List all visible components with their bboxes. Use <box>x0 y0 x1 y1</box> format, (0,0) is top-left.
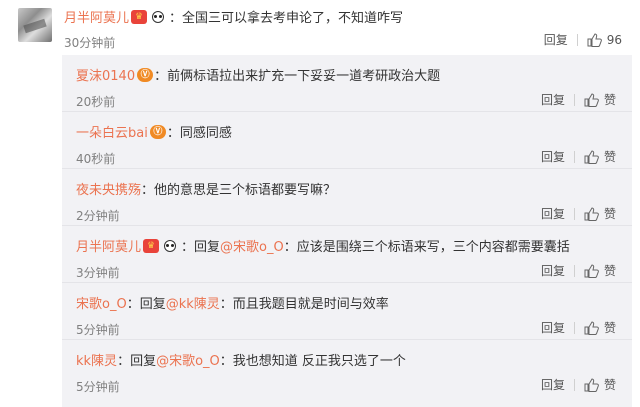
thumbs-up-icon[interactable] <box>584 206 599 221</box>
colon: ： <box>126 297 140 312</box>
crown-badge-icon: ♛ <box>131 9 148 24</box>
reply-line: 月半阿莫儿 ♛ ： 回复 @宋歌o_O ： 应该是围绕三个标语来写，三个内容都需… <box>76 236 570 255</box>
timestamp: 5分钟前 <box>76 380 120 394</box>
reply-item: kk陳灵 ： 回复 @宋歌o_O ：我也想知道 反正我只选了一个 5分钟前 回复… <box>62 340 632 397</box>
timestamp: 30分钟前 <box>64 36 116 50</box>
reply-prefix: 回复 <box>139 297 166 312</box>
colon: ： <box>154 69 168 84</box>
reply-actions: 回复 赞 <box>541 205 616 222</box>
replies-panel: 夏沫0140 Ⓥ ： 前俩标语拉出来扩充一下妥妥一道考研政治大题 20秒前 回复… <box>62 55 632 407</box>
thumbs-up-icon[interactable] <box>584 263 599 278</box>
mention-link[interactable]: @宋歌o_O <box>156 350 220 369</box>
reply-button[interactable]: 回复 <box>544 31 568 48</box>
reply-text: 他的意思是三个标语都要写嘛？ <box>154 183 337 198</box>
reply-text: 应该是围绕三个标语来写，三个内容都需要囊括 <box>296 240 570 255</box>
divider <box>573 264 575 277</box>
timestamp: 40秒前 <box>76 152 116 166</box>
vip-badge-icon: Ⓥ <box>137 67 154 82</box>
timestamp: 5分钟前 <box>76 323 120 337</box>
divider <box>576 33 578 46</box>
reply-button[interactable]: 回复 <box>541 262 565 279</box>
like-button[interactable]: 赞 <box>604 319 616 336</box>
timestamp: 20秒前 <box>76 95 116 109</box>
panda-badge-icon <box>150 10 166 24</box>
crown-badge-icon: ♛ <box>143 238 160 253</box>
reply-text: 同感同感 <box>179 126 232 141</box>
reply-text: ：我也想知道 反正我只选了一个 <box>219 354 406 369</box>
comment-actions: 回复 96 <box>544 31 622 48</box>
reply-actions: 回复 赞 <box>541 148 616 165</box>
colon: ： <box>283 240 297 255</box>
divider <box>573 321 575 334</box>
reply-button[interactable]: 回复 <box>541 319 565 336</box>
username-link[interactable]: 月半阿莫儿 <box>76 236 141 255</box>
reply-actions: 回复 赞 <box>541 91 616 108</box>
reply-text: ：而且我题目就是时间与效率 <box>219 297 389 312</box>
comment-text: 全国三可以拿去考申论了，不知道咋写 <box>182 11 404 26</box>
divider <box>573 150 575 163</box>
reply-prefix: 回复 <box>130 354 157 369</box>
reply-button[interactable]: 回复 <box>541 376 565 393</box>
username-link[interactable]: kk陳灵 <box>76 350 117 369</box>
reply-item: 一朵白云bai Ⓥ ： 同感同感 40秒前 回复 赞 <box>62 112 632 169</box>
reply-item: 月半阿莫儿 ♛ ： 回复 @宋歌o_O ： 应该是围绕三个标语来写，三个内容都需… <box>62 226 632 283</box>
username-link[interactable]: 夏沫0140 <box>76 65 135 84</box>
reply-line: kk陳灵 ： 回复 @宋歌o_O ：我也想知道 反正我只选了一个 <box>76 350 406 369</box>
reply-prefix: 回复 <box>194 240 221 255</box>
thumbs-up-icon[interactable] <box>587 32 602 47</box>
reply-button[interactable]: 回复 <box>541 205 565 222</box>
thumbs-up-icon[interactable] <box>584 377 599 392</box>
colon: ： <box>166 126 180 141</box>
username-link[interactable]: 夜未央携殇 <box>76 179 141 198</box>
colon: ： <box>169 11 183 26</box>
like-button[interactable]: 赞 <box>604 376 616 393</box>
reply-item: 夜未央携殇 ： 他的意思是三个标语都要写嘛？ 2分钟前 回复 赞 <box>62 169 632 226</box>
reply-text: 前俩标语拉出来扩充一下妥妥一道考研政治大题 <box>167 69 441 84</box>
username-link[interactable]: 宋歌o_O <box>76 293 127 312</box>
timestamp: 2分钟前 <box>76 209 120 223</box>
reply-line: 夜未央携殇 ： 他的意思是三个标语都要写嘛？ <box>76 179 336 198</box>
like-button[interactable]: 赞 <box>604 148 616 165</box>
panda-badge-icon <box>162 239 178 253</box>
main-comment: 月半阿莫儿 ♛ ： 全国三可以拿去考申论了，不知道咋写 30分钟前 回复 96 <box>0 0 640 55</box>
divider <box>573 207 575 220</box>
like-button[interactable]: 赞 <box>604 205 616 222</box>
username-link[interactable]: 一朵白云bai <box>76 122 148 141</box>
like-count[interactable]: 96 <box>607 33 622 47</box>
reply-button[interactable]: 回复 <box>541 148 565 165</box>
reply-line: 一朵白云bai Ⓥ ： 同感同感 <box>76 122 232 141</box>
colon: ： <box>141 183 155 198</box>
reply-button[interactable]: 回复 <box>541 91 565 108</box>
like-button[interactable]: 赞 <box>604 91 616 108</box>
colon: ： <box>117 354 131 369</box>
thumbs-up-icon[interactable] <box>584 92 599 107</box>
avatar[interactable] <box>18 8 52 42</box>
vip-badge-icon: Ⓥ <box>149 124 166 139</box>
mention-link[interactable]: @kk陳灵 <box>166 293 220 312</box>
mention-link[interactable]: @宋歌o_O <box>220 236 284 255</box>
reply-actions: 回复 赞 <box>541 319 616 336</box>
reply-line: 夏沫0140 Ⓥ ： 前俩标语拉出来扩充一下妥妥一道考研政治大题 <box>76 65 440 84</box>
reply-actions: 回复 赞 <box>541 262 616 279</box>
like-button[interactable]: 赞 <box>604 262 616 279</box>
divider <box>573 378 575 391</box>
thumbs-up-icon[interactable] <box>584 149 599 164</box>
divider <box>573 93 575 106</box>
reply-item: 宋歌o_O ： 回复 @kk陳灵 ：而且我题目就是时间与效率 5分钟前 回复 赞 <box>62 283 632 340</box>
reply-line: 宋歌o_O ： 回复 @kk陳灵 ：而且我题目就是时间与效率 <box>76 293 389 312</box>
timestamp: 3分钟前 <box>76 266 120 280</box>
colon: ： <box>181 240 195 255</box>
comment-line: 月半阿莫儿 ♛ ： 全国三可以拿去考申论了，不知道咋写 <box>64 7 403 26</box>
reply-item: 夏沫0140 Ⓥ ： 前俩标语拉出来扩充一下妥妥一道考研政治大题 20秒前 回复… <box>62 55 632 112</box>
reply-actions: 回复 赞 <box>541 376 616 393</box>
username-link[interactable]: 月半阿莫儿 <box>64 7 129 26</box>
thumbs-up-icon[interactable] <box>584 320 599 335</box>
